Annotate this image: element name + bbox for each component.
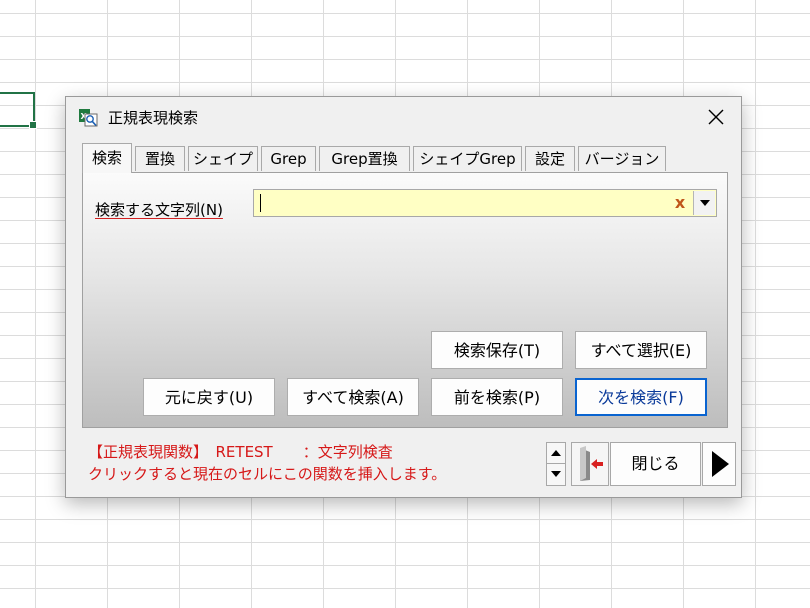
close-icon[interactable]: [705, 106, 727, 128]
dropdown-button[interactable]: [693, 191, 715, 215]
search-panel: 検索する文字列(N) x 検索保存(T) すべて選択(E) 元に戻す(U) すべ…: [82, 172, 728, 428]
clear-icon[interactable]: x: [672, 193, 688, 213]
search-combobox[interactable]: x: [253, 189, 717, 217]
tab-version[interactable]: バージョン: [578, 146, 666, 171]
save-search-button[interactable]: 検索保存(T): [431, 331, 563, 369]
exit-door-button[interactable]: [571, 442, 609, 486]
search-prev-button[interactable]: 前を検索(P): [431, 378, 563, 416]
spin-up-icon[interactable]: [547, 443, 565, 464]
search-input[interactable]: [254, 190, 676, 216]
tab-grep-replace[interactable]: Grep置換: [319, 146, 410, 171]
tab-settings[interactable]: 設定: [525, 146, 575, 171]
tab-grep[interactable]: Grep: [261, 146, 316, 171]
search-all-button[interactable]: すべて検索(A): [287, 378, 419, 416]
function-info-line2: クリックすると現在のセルにこの関数を挿入します。: [88, 465, 447, 483]
spin-down-icon[interactable]: [547, 464, 565, 485]
exit-door-icon: [580, 446, 603, 481]
search-label: 検索する文字列(N): [95, 201, 223, 219]
tab-shape[interactable]: シェイプ: [188, 146, 258, 171]
selected-cell: [0, 92, 37, 129]
dialog-title: 正規表現検索: [108, 109, 199, 127]
close-button[interactable]: 閉じる: [610, 442, 701, 486]
excel-search-icon: X: [79, 109, 98, 127]
search-next-button[interactable]: 次を検索(F): [575, 378, 707, 416]
text-caret: [260, 194, 261, 212]
tab-replace[interactable]: 置換: [135, 146, 185, 171]
undo-button[interactable]: 元に戻す(U): [143, 378, 275, 416]
function-info-line1: 【正規表現関数】 RETEST ：文字列検査: [88, 443, 393, 461]
select-all-button[interactable]: すべて選択(E): [575, 331, 707, 369]
title-bar[interactable]: X 正規表現検索: [66, 97, 741, 137]
function-info[interactable]: 【正規表現関数】 RETEST ：文字列検査 クリックすると現在のセルにこの関数…: [88, 441, 446, 485]
regex-search-dialog: X 正規表現検索 検索 置換 シェイプ Grep Grep置換 シェイプGrep…: [65, 96, 742, 498]
tab-search[interactable]: 検索: [82, 143, 132, 173]
play-next-icon[interactable]: [702, 442, 736, 486]
tab-shape-grep[interactable]: シェイプGrep: [413, 146, 522, 171]
spin-button: [546, 442, 566, 486]
